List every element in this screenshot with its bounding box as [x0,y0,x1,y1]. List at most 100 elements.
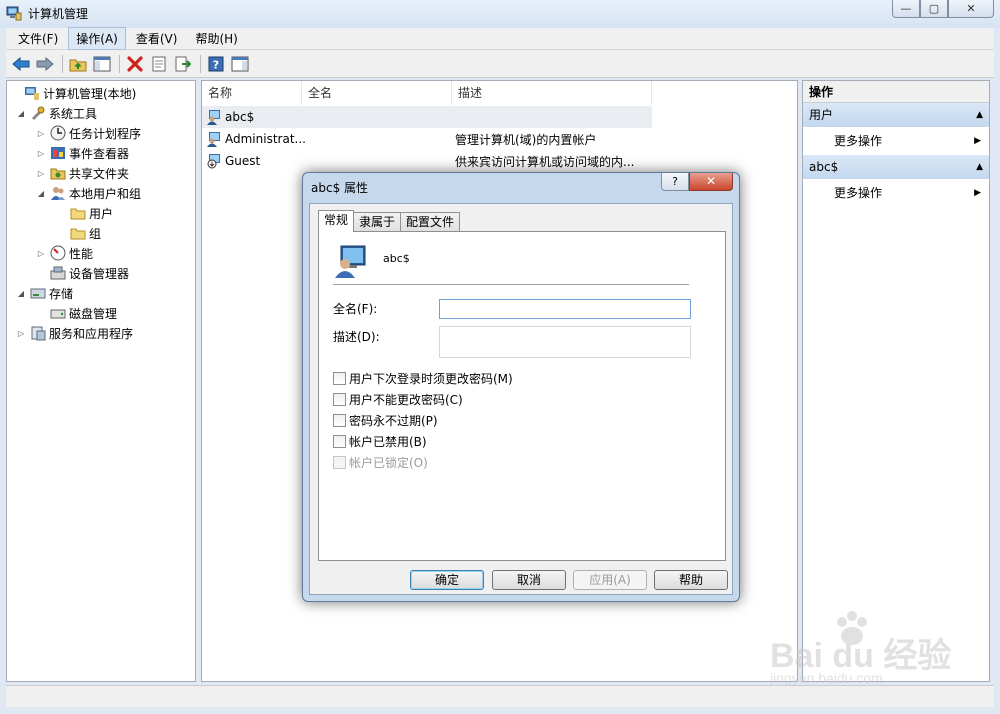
expand-arrow-icon[interactable]: ▷ [35,169,47,178]
checkbox-box [333,455,346,469]
menu-view[interactable]: 查看(V) [128,27,186,50]
tree-label: 系统工具 [49,106,98,121]
tree-label: 任务计划程序 [69,126,142,141]
checkbox-account-disabled[interactable]: 帐户已禁用(B) [333,433,427,449]
account-username: abc$ [383,252,410,265]
tree-node-users[interactable]: 用户 [55,203,114,223]
cell-name: abc$ [225,110,255,124]
tree-node-root[interactable]: 计算机管理(本地) [9,83,136,103]
export-list-icon[interactable] [172,53,194,75]
more-actions-users[interactable]: 更多操作 ▶ [803,127,989,155]
tree-node-performance[interactable]: ▷ 性能 [35,243,93,263]
user-account-icon [335,245,366,278]
toolbar: ? [6,50,994,78]
tree-node-task-scheduler[interactable]: ▷ 任务计划程序 [35,123,141,143]
up-folder-icon[interactable] [67,53,89,75]
minimize-button[interactable]: — [892,0,920,18]
dialog-help-button[interactable]: ? [661,173,689,191]
computer-management-icon [25,87,39,100]
expand-arrow-icon[interactable]: ▷ [35,129,47,138]
menu-file[interactable]: 文件(F) [10,27,66,50]
column-header-fullname[interactable]: 全名 [302,81,452,105]
svg-text:?: ? [213,58,219,71]
delete-icon[interactable] [124,53,146,75]
tree-node-device-manager[interactable]: 设备管理器 [35,263,129,283]
checkbox-cannot-change-password[interactable]: 用户不能更改密码(C) [333,391,463,407]
help-button[interactable]: 帮助 [654,570,728,590]
action-label: 更多操作 [834,186,883,200]
folder-icon [70,228,86,240]
description-input[interactable] [439,326,691,358]
close-window-button[interactable]: ✕ [948,0,994,18]
tree-label: 存储 [49,286,74,301]
collapse-arrow-icon[interactable]: ◢ [15,289,27,298]
tree-node-system-tools[interactable]: ◢ 系统工具 [15,103,97,123]
tab-profile[interactable]: 配置文件 [400,212,461,232]
table-row[interactable]: Guest 供来宾访问计算机或访问域的内... [202,150,652,172]
actions-section-users[interactable]: 用户 ▲ [803,103,989,127]
menu-action[interactable]: 操作(A) [68,27,126,50]
restore-button[interactable]: ▢ [920,0,948,18]
ok-button[interactable]: 确定 [410,570,484,590]
window-title: 计算机管理 [28,7,89,21]
tree-label: 磁盘管理 [69,306,118,321]
checkbox-password-never-expires[interactable]: 密码永不过期(P) [333,412,438,428]
back-arrow-icon[interactable] [10,53,32,75]
table-row[interactable]: abc$ [202,106,652,128]
expand-arrow-icon[interactable]: ▷ [35,149,47,158]
checkbox-box[interactable] [333,434,346,448]
checkbox-label: 帐户已锁定(O) [349,455,428,470]
tree-node-local-users-groups[interactable]: ◢ 本地用户和组 [35,183,141,203]
cancel-button[interactable]: 取消 [492,570,566,590]
checkbox-label: 帐户已禁用(B) [349,434,427,449]
dialog-close-button[interactable]: ✕ [689,173,733,191]
toolbar-separator [62,54,63,73]
column-header-description[interactable]: 描述 [452,81,652,105]
collapse-arrow-icon[interactable]: ◢ [15,109,27,118]
tree-label: 用户 [89,204,114,222]
actions-title: 操作 [803,81,989,103]
section-header: 用户 [809,108,834,122]
tab-member-of[interactable]: 隶属于 [353,212,402,232]
cell-name: Administrat... [225,132,305,146]
collapse-up-icon[interactable]: ▲ [976,155,983,179]
actions-section-abc[interactable]: abc$ ▲ [803,155,989,179]
show-hide-tree-icon[interactable] [91,53,113,75]
tree-node-services-apps[interactable]: ▷ 服务和应用程序 [15,323,133,343]
tree-node-disk-management[interactable]: 磁盘管理 [35,303,117,323]
storage-icon [30,288,46,299]
tree-node-event-viewer[interactable]: ▷ 事件查看器 [35,143,129,163]
computer-management-icon [6,6,22,21]
collapse-up-icon[interactable]: ▲ [976,103,983,127]
fullname-input[interactable] [439,299,691,319]
forward-arrow-icon[interactable] [34,53,56,75]
tree-node-groups[interactable]: 组 [55,223,101,243]
tree-label: 事件查看器 [69,146,130,161]
checkbox-must-change-password[interactable]: 用户下次登录时须更改密码(M) [333,370,513,386]
list-header: 名称 全名 描述 [202,81,652,105]
show-hide-action-pane-icon[interactable] [229,53,251,75]
tree-label: 组 [89,226,102,241]
help-icon[interactable]: ? [205,53,227,75]
checkbox-box[interactable] [333,371,346,385]
table-row[interactable]: Administrat... 管理计算机(域)的内置帐户 [202,128,652,150]
checkbox-box[interactable] [333,392,346,406]
checkbox-label: 用户下次登录时须更改密码(M) [349,371,513,386]
dialog-title: abc$ 属性 [311,181,369,195]
expand-arrow-icon[interactable]: ▷ [35,249,47,258]
properties-icon[interactable] [148,53,170,75]
collapse-arrow-icon[interactable]: ◢ [35,189,47,198]
tree-node-shared-folders[interactable]: ▷ 共享文件夹 [35,163,129,183]
checkbox-box[interactable] [333,413,346,427]
apply-button: 应用(A) [573,570,647,590]
column-header-name[interactable]: 名称 [202,81,302,105]
tree-node-storage[interactable]: ◢ 存储 [15,283,73,303]
checkbox-account-locked: 帐户已锁定(O) [333,454,428,470]
menu-bar: 文件(F) 操作(A) 查看(V) 帮助(H) [6,27,994,50]
menu-help[interactable]: 帮助(H) [187,27,245,50]
more-actions-abc[interactable]: 更多操作 ▶ [803,179,989,207]
tab-general[interactable]: 常规 [318,210,355,232]
user-properties-dialog: abc$ 属性 ? ✕ 常规 隶属于 配置文件 abc$ 全名(F): 描述(D… [302,172,740,602]
console-tree: 计算机管理(本地) ◢ 系统工具 ▷ 任务计划程序 ▷ 事件查看器 ▷ 共享文件… [6,80,196,682]
expand-arrow-icon[interactable]: ▷ [15,329,27,338]
